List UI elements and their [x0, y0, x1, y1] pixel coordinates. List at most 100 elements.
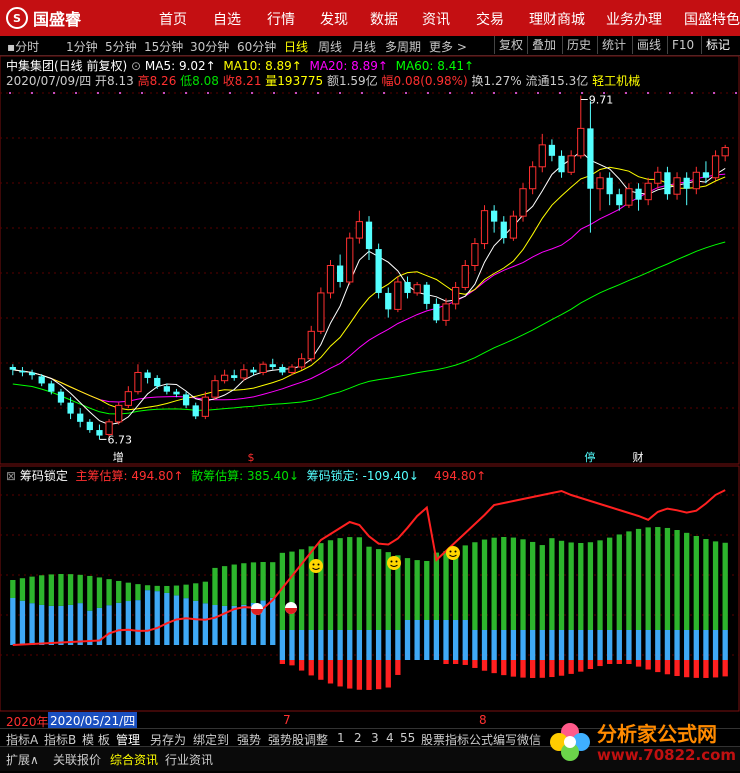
lock-bar-red [462, 660, 468, 665]
lock-bar-blue-lower [597, 630, 603, 660]
cursor-date: 2020/05/21/四 [48, 712, 138, 729]
lock-bar-blue-lower [375, 630, 382, 660]
preset-4-button[interactable]: 4 [386, 731, 394, 745]
lock-bar-blue-lower [539, 630, 545, 660]
marker-dot [75, 92, 77, 94]
lock-bar-green [693, 536, 699, 630]
lock-bar-green [212, 567, 218, 606]
lock-bar-blue-lower [414, 620, 420, 660]
lock-bar-green [135, 584, 141, 601]
lock-bar-red [347, 660, 353, 689]
marker-dot [31, 92, 33, 94]
lock-bar-red [452, 660, 459, 664]
lock-bar-blue-lower [491, 630, 497, 660]
preset-55-button[interactable]: 55 [400, 731, 415, 745]
lock-bar-red [722, 660, 728, 677]
indicator-extra-value: 494.80↑ [434, 469, 487, 483]
lock-bar-red [703, 660, 709, 678]
smiley-eye [395, 560, 398, 563]
ma5-value: MA5: 9.02↑ [144, 59, 216, 73]
indicator-close-icon[interactable]: ⊠ [6, 469, 16, 483]
candle-body [375, 249, 382, 293]
quote-sector[interactable]: 轻工机械 [592, 74, 640, 88]
lock-bar-red [520, 660, 526, 678]
quote-high: 高8.26 [137, 74, 177, 88]
lock-bar-green [462, 545, 468, 620]
kline-chart[interactable]: 9.71 6.73 增 $ 停 财 [0, 0, 740, 770]
preset-2-button[interactable]: 2 [354, 731, 362, 745]
lock-bar-blue-lower [712, 630, 719, 660]
marker-dot [163, 92, 165, 94]
lock-bar-blue-lower [568, 630, 574, 660]
candle-body [461, 265, 469, 288]
watermark: 分析家公式网 www.70822.com [545, 712, 740, 770]
candle-body [673, 177, 681, 195]
lock-bar-red [366, 660, 372, 690]
lock-bar-red [568, 660, 574, 674]
lock-bar-red [279, 660, 286, 664]
lock-bar-green [67, 574, 74, 605]
ma10-value: MA10: 8.89↑ [223, 59, 302, 73]
lock-bar-red [472, 660, 478, 668]
candle-body [240, 369, 248, 379]
lock-bar-green [356, 537, 363, 630]
lock-bar-green [375, 549, 382, 630]
candle-body [154, 377, 161, 387]
lock-bar-red [587, 660, 594, 669]
news-tab[interactable]: 综合资讯 [110, 751, 158, 768]
marker-dot [515, 92, 517, 94]
lock-bar-green [250, 562, 257, 603]
lock-bar-blue-lower [501, 630, 507, 660]
lock-bar-blue-lower [347, 630, 353, 660]
candle-body [28, 372, 36, 376]
lock-bar-blue-lower [616, 630, 622, 660]
candle-body [702, 172, 710, 178]
lock-bar-blue-lower [530, 630, 536, 660]
lock-bar-blue-lower [462, 620, 468, 660]
preset-1-button[interactable]: 1 [337, 731, 345, 745]
candle-body [38, 376, 45, 384]
quote-turnover: 换1.27% [471, 74, 522, 88]
lock-bar-blue [154, 591, 160, 645]
marker-dot [251, 92, 253, 94]
lock-bar-green [616, 534, 622, 630]
lock-bar-red [375, 660, 382, 690]
candle-body [134, 371, 142, 393]
industry-news-tab[interactable]: 行业资讯 [165, 751, 213, 768]
related-quotes-tab[interactable]: 关联报价 [53, 751, 101, 768]
lock-bar-blue-lower [703, 630, 709, 660]
lock-bar-red [539, 660, 545, 678]
candle-body [201, 396, 209, 417]
lock-bar-blue-lower [366, 630, 372, 660]
lock-bar-blue [87, 610, 93, 645]
ma-settings-icon[interactable]: ⊙ [131, 59, 141, 73]
marker-dot [119, 92, 121, 94]
lock-bar-green [289, 551, 295, 630]
candle-body [423, 284, 430, 304]
lock-bar-red [298, 660, 305, 671]
marker-dot [427, 92, 429, 94]
lock-bar-red [327, 660, 334, 684]
lock-bar-red [635, 660, 642, 667]
candle-body [491, 210, 498, 222]
candle-body [433, 303, 440, 321]
lock-bar-blue-lower [655, 630, 661, 660]
lock-bar-green [433, 552, 440, 620]
smiley-icon [446, 546, 460, 560]
lock-bar-green [578, 542, 584, 630]
lock-bar-blue-lower [693, 630, 699, 660]
lock-bar-red [318, 660, 324, 680]
marker-dot [9, 92, 11, 94]
marker-dot [229, 92, 231, 94]
expand-button[interactable]: 扩展∧ [6, 751, 39, 768]
candle-body [606, 177, 613, 195]
lock-bar-blue [144, 590, 151, 645]
lock-bar-blue-lower [481, 630, 488, 660]
ma5-line [12, 150, 726, 426]
lock-bar-green [96, 577, 103, 608]
candle-body [124, 391, 132, 406]
indicator-name[interactable]: 筹码锁定 [20, 469, 68, 483]
lock-bar-blue-lower [472, 630, 478, 660]
lock-bar-green [327, 540, 334, 630]
preset-3-button[interactable]: 3 [371, 731, 379, 745]
